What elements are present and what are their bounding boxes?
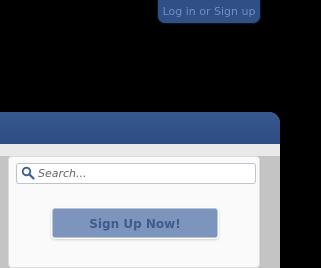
search-signup-card: Sign Up Now! (8, 156, 260, 268)
panel-header (0, 112, 280, 144)
search-icon (21, 166, 35, 180)
sign-up-now-button[interactable]: Sign Up Now! (52, 208, 218, 238)
main-panel: Sign Up Now! (0, 112, 280, 268)
search-input[interactable] (38, 165, 250, 182)
login-signup-button[interactable]: Log in or Sign up (158, 0, 260, 23)
search-box[interactable] (16, 163, 256, 184)
panel-subheader-strip (0, 144, 280, 156)
